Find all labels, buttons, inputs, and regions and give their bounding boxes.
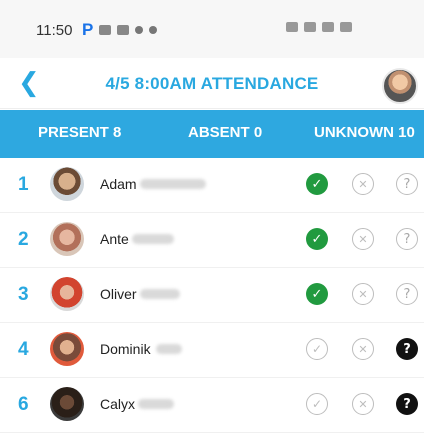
status-system-icons [286, 22, 352, 32]
unknown-question-icon[interactable]: ? [396, 173, 418, 195]
redacted-surname [140, 179, 206, 189]
status-notification-icons: P [82, 20, 158, 40]
list-item: 3 Oliver ✓ ✕ ? [0, 268, 424, 323]
absent-x-icon[interactable]: ✕ [352, 283, 374, 305]
app-p-icon: P [82, 20, 94, 39]
absent-x-icon[interactable]: ✕ [352, 338, 374, 360]
student-name: Adam [100, 176, 137, 192]
present-check-icon[interactable]: ✓ [306, 338, 328, 360]
tab-absent[interactable]: ABSENT 0 [188, 124, 262, 141]
present-check-icon[interactable]: ✓ [306, 393, 328, 415]
user-avatar[interactable] [382, 68, 418, 104]
avatar [50, 222, 84, 256]
row-number: 6 [18, 394, 29, 415]
tab-unknown[interactable]: UNKNOWN 10 [314, 124, 415, 141]
student-name: Ante [100, 231, 129, 247]
status-time: 11:50 [36, 22, 73, 39]
redacted-surname [156, 344, 182, 354]
unknown-question-icon[interactable]: ? [396, 338, 418, 360]
student-name: Dominik [100, 341, 151, 357]
present-check-icon[interactable]: ✓ [306, 228, 328, 250]
alarm-icon [286, 22, 298, 32]
absent-x-icon[interactable]: ✕ [352, 173, 374, 195]
unknown-question-icon[interactable]: ? [396, 283, 418, 305]
avatar [50, 277, 84, 311]
present-check-icon[interactable]: ✓ [306, 283, 328, 305]
attendance-tabs: PRESENT 8 ABSENT 0 UNKNOWN 10 [0, 110, 424, 158]
list-item: 2 Ante ✓ ✕ ? [0, 213, 424, 268]
redacted-surname [132, 234, 174, 244]
notification-icon [149, 26, 158, 34]
row-number: 1 [18, 174, 29, 195]
mail-icon [99, 25, 112, 35]
attendance-list: 1 Adam ✓ ✕ ? 2 Ante ✓ ✕ ? 3 Oliver ✓ ✕ ?… [0, 158, 424, 433]
signal-icon [322, 22, 334, 32]
list-item: 4 Dominik ✓ ✕ ? [0, 323, 424, 378]
wifi-icon [304, 22, 316, 32]
title-bar: ❮ 4/5 8:00AM ATTENDANCE [0, 58, 424, 109]
student-name: Oliver [100, 286, 137, 302]
student-name: Calyx [100, 396, 136, 412]
battery-icon [340, 22, 352, 32]
status-bar: 11:50 P [0, 0, 424, 58]
unknown-question-icon[interactable]: ? [396, 393, 418, 415]
avatar [50, 332, 84, 366]
row-number: 4 [18, 339, 29, 360]
row-number: 2 [18, 229, 29, 250]
location-icon [135, 26, 144, 34]
present-check-icon[interactable]: ✓ [306, 173, 328, 195]
list-item: 1 Adam ✓ ✕ ? [0, 158, 424, 213]
row-number: 3 [18, 284, 29, 305]
page-title: 4/5 8:00AM ATTENDANCE [105, 74, 319, 93]
avatar [50, 387, 84, 421]
redacted-surname [138, 399, 174, 409]
list-item: 6 Calyx ✓ ✕ ? [0, 378, 424, 433]
absent-x-icon[interactable]: ✕ [352, 228, 374, 250]
redacted-surname [140, 289, 180, 299]
avatar [50, 167, 84, 201]
tab-present[interactable]: PRESENT 8 [38, 124, 121, 141]
absent-x-icon[interactable]: ✕ [352, 393, 374, 415]
image-icon [117, 25, 130, 35]
unknown-question-icon[interactable]: ? [396, 228, 418, 250]
